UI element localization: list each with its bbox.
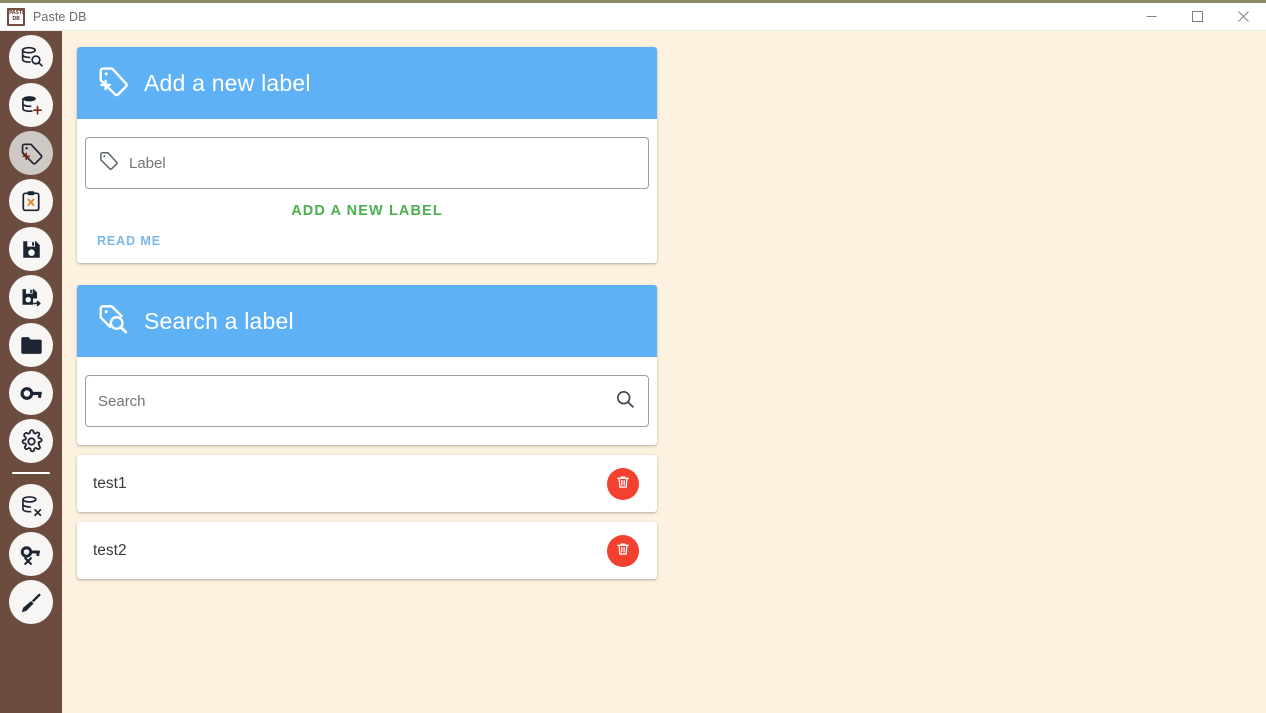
main-content: Add a new label Label ADD A NEW LABEL RE…	[62, 31, 1266, 713]
clipboard-x-icon	[19, 189, 43, 213]
label-input-field[interactable]: Label	[85, 137, 649, 189]
trash-icon	[615, 541, 631, 560]
read-me-link[interactable]: READ ME	[97, 234, 161, 248]
sidebar-item-clean[interactable]	[9, 580, 53, 624]
search-input-field[interactable]: Search	[85, 375, 649, 427]
add-a-new-label-button[interactable]: ADD A NEW LABEL	[277, 189, 457, 232]
key-x-icon	[19, 542, 44, 567]
delete-label-button[interactable]	[607, 534, 639, 567]
window-title: Paste DB	[33, 9, 87, 24]
sidebar-item-search-database[interactable]	[9, 35, 53, 79]
add-label-card-title: Add a new label	[144, 69, 311, 96]
app-icon: PASTE DB	[7, 7, 25, 26]
add-label-card-body: Label ADD A NEW LABEL READ ME	[77, 119, 657, 263]
readme-row: READ ME	[85, 232, 649, 263]
sidebar-item-open[interactable]	[9, 323, 53, 367]
delete-label-button[interactable]	[607, 467, 639, 500]
floppy-save-icon	[20, 238, 43, 261]
database-x-icon	[19, 494, 44, 519]
label-name: test1	[93, 474, 127, 492]
database-plus-icon	[19, 93, 44, 118]
label-name: test2	[93, 541, 127, 559]
tag-plus-icon	[19, 141, 44, 166]
folder-icon	[19, 333, 44, 358]
close-button[interactable]	[1220, 3, 1266, 31]
search-icon[interactable]	[614, 388, 636, 415]
gear-icon	[19, 428, 44, 454]
search-label-card-body: Search	[77, 357, 657, 445]
list-item[interactable]: test1	[77, 455, 657, 512]
title-bar: PASTE DB Paste DB	[0, 3, 1266, 31]
window-controls	[1128, 3, 1266, 31]
sidebar-item-settings[interactable]	[9, 419, 53, 463]
sidebar-item-delete-database[interactable]	[9, 484, 53, 528]
tag-search-icon	[96, 302, 130, 341]
list-item[interactable]: test2	[77, 522, 657, 579]
search-input-placeholder: Search	[98, 392, 146, 410]
add-label-card-header: Add a new label	[77, 47, 657, 119]
sidebar-item-key[interactable]	[9, 371, 53, 415]
results-list: test1 test2	[62, 455, 1266, 579]
app-icon-text: PASTE DB	[9, 9, 23, 24]
floppy-export-icon	[20, 286, 43, 309]
broom-icon	[19, 590, 44, 615]
sidebar-item-save[interactable]	[9, 227, 53, 271]
search-label-card-header: Search a label	[77, 285, 657, 357]
key-icon	[19, 381, 44, 406]
sidebar-item-clipboard-clear[interactable]	[9, 179, 53, 223]
search-label-card: Search a label Search	[77, 285, 657, 445]
database-search-icon	[19, 45, 44, 70]
maximize-button[interactable]	[1174, 3, 1220, 31]
minimize-button[interactable]	[1128, 3, 1174, 31]
search-label-card-title: Search a label	[144, 307, 294, 334]
sidebar-item-add-label[interactable]	[9, 131, 53, 175]
sidebar-item-add-database[interactable]	[9, 83, 53, 127]
sidebar-item-save-as[interactable]	[9, 275, 53, 319]
label-input-placeholder: Label	[129, 154, 166, 172]
tag-icon	[98, 150, 119, 176]
add-label-card: Add a new label Label ADD A NEW LABEL RE…	[77, 47, 657, 263]
card-stack: Add a new label Label ADD A NEW LABEL RE…	[62, 31, 1266, 579]
tag-plus-icon	[96, 64, 130, 103]
sidebar-divider	[12, 472, 50, 474]
trash-icon	[615, 474, 631, 493]
sidebar-item-delete-key[interactable]	[9, 532, 53, 576]
sidebar	[0, 31, 62, 713]
